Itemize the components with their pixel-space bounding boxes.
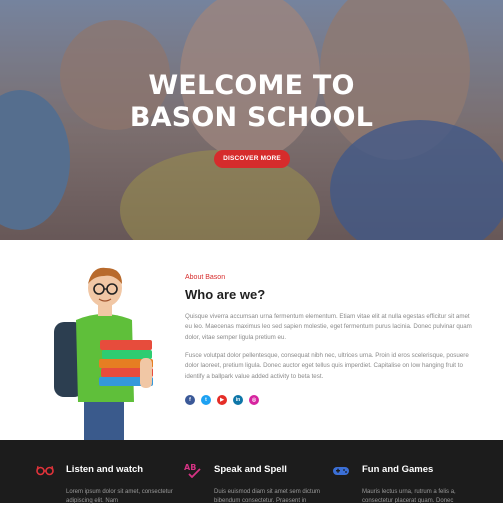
spellcheck-icon: AB [184, 463, 201, 478]
twitter-icon[interactable]: t [201, 395, 211, 405]
hero-banner: WELCOME TO BASON SCHOOL DISCOVER MORE [0, 0, 503, 240]
instagram-icon[interactable]: ◎ [249, 395, 259, 405]
hero-title-line2: BASON SCHOOL [129, 102, 374, 133]
student-with-books-image [54, 267, 153, 442]
feature-text: Duis euismod diam sit amet sem dictum bi… [214, 489, 321, 504]
feature-title: Speak and Spell [214, 464, 287, 475]
about-title: Who are we? [185, 287, 266, 302]
glasses-icon [36, 465, 54, 476]
hero-title-line1: WELCOME TO [148, 70, 355, 101]
about-paragraph-1: Quisque viverra accumsan urna fermentum … [185, 313, 472, 341]
social-links: f t ▶ in ◎ [185, 395, 259, 405]
facebook-icon[interactable]: f [185, 395, 195, 405]
discover-more-button[interactable]: DISCOVER MORE [214, 150, 290, 168]
about-paragraph-2: Fusce volutpat dolor pellentesque, conse… [185, 352, 469, 380]
feature-title: Listen and watch [66, 464, 144, 475]
gamepad-icon [333, 467, 349, 475]
youtube-icon[interactable]: ▶ [217, 395, 227, 405]
svg-text:AB: AB [184, 463, 196, 472]
linkedin-icon[interactable]: in [233, 395, 243, 405]
feature-text: Mauris lectus urna, rutrum a felis a, co… [362, 489, 456, 504]
about-kicker: About Bason [185, 274, 226, 281]
hero-title: WELCOME TO BASON SCHOOL [0, 70, 503, 134]
feature-text: Lorem ipsum dolor sit amet, consectetur … [66, 489, 173, 504]
feature-title: Fun and Games [362, 464, 434, 475]
